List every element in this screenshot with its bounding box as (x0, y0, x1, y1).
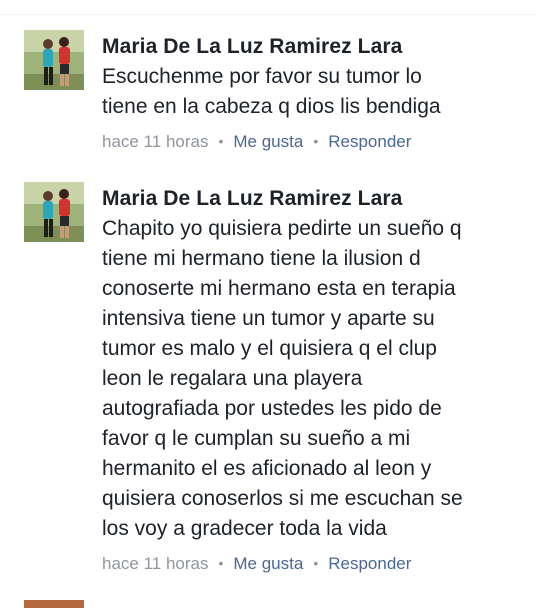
comment-meta: hace 11 horas • Me gusta • Responder (102, 552, 522, 575)
separator-dot: • (313, 133, 319, 149)
comment-text-line: tiene mi hermano tiene la ilusion d (102, 247, 421, 270)
comment-text-line: intensiva tiene un tumor y aparte su (102, 307, 435, 330)
avatar-photo-icon (24, 30, 84, 90)
comment-text-line: autografiada por ustedes les pido de (102, 397, 442, 420)
comment-text-line: Escuchenme por favor su tumor lo (102, 65, 422, 88)
comment-text: Chapito yo quisiera pedirte un sueño q t… (102, 214, 522, 544)
avatar[interactable] (24, 30, 84, 90)
comment-author[interactable]: Maria De La Luz Ramirez Lara (102, 186, 522, 212)
comment-text-line: conoserte mi hermano esta en terapia (102, 277, 456, 300)
like-button[interactable]: Me gusta (233, 554, 303, 573)
reply-button[interactable]: Responder (328, 554, 411, 573)
comment-text: Escuchenme por favor su tumor lo tiene e… (102, 62, 522, 122)
separator-dot: • (218, 555, 224, 571)
avatar-photo-icon (24, 182, 84, 242)
next-comment-avatar[interactable] (24, 600, 84, 608)
comment-text-line: Chapito yo quisiera pedirte un sueño q (102, 217, 462, 240)
separator-dot: • (218, 133, 224, 149)
top-edge (0, 0, 536, 15)
comment-text-line: leon le regalara una playera (102, 367, 363, 390)
comment-text-line: hermanito el es aficionado al leon y (102, 457, 432, 480)
avatar[interactable] (24, 182, 84, 242)
comment-timestamp[interactable]: hace 11 horas (102, 132, 208, 151)
comment-text-line: quisiera conoserlos si me escuchan se (102, 487, 463, 510)
reply-button[interactable]: Responder (328, 132, 411, 151)
comment-text-line: tumor es malo y el quisiera q el clup (102, 337, 437, 360)
comment-text-line: los voy a gradecer toda la vida (102, 517, 387, 540)
comment-timestamp[interactable]: hace 11 horas (102, 554, 208, 573)
like-button[interactable]: Me gusta (233, 132, 303, 151)
comment-author[interactable]: Maria De La Luz Ramirez Lara (102, 34, 522, 60)
comment-meta: hace 11 horas • Me gusta • Responder (102, 130, 522, 153)
comment-text-line: favor q le cumplan su sueño a mi (102, 427, 411, 450)
separator-dot: • (313, 555, 319, 571)
comment-text-line: tiene en la cabeza q dios lis bendiga (102, 95, 441, 118)
